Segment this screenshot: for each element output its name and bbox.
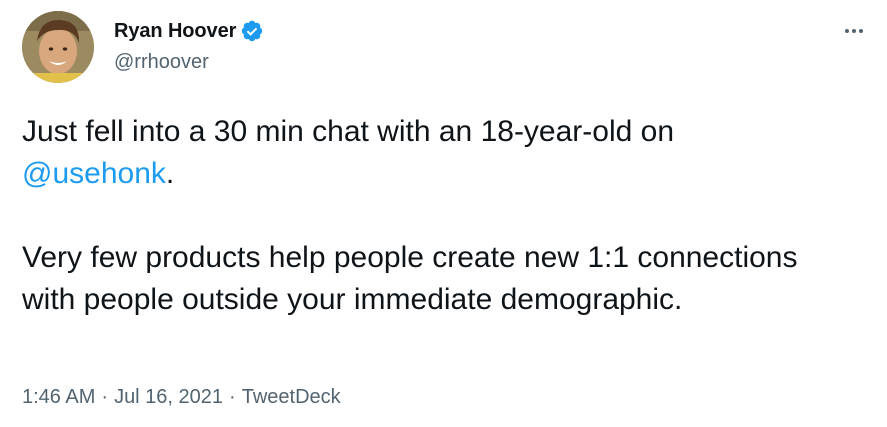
tweet-metadata: 1:46 AM · Jul 16, 2021 · TweetDeck	[22, 386, 341, 409]
more-options-icon	[845, 29, 863, 33]
tweet-paragraph-1: Just fell into a 30 min chat with an 18-…	[22, 111, 852, 195]
tweet[interactable]: Ryan Hoover @rrhoover Just fell into a 3…	[0, 0, 887, 427]
tweet-date[interactable]: Jul 16, 2021	[114, 386, 223, 409]
tweet-text: Just fell into a 30 min chat with an 18-…	[22, 111, 852, 321]
user-handle[interactable]: @rrhoover	[114, 51, 209, 74]
tweet-text-period: .	[165, 157, 175, 190]
tweet-paragraph-2: Very few products help people create new…	[22, 241, 798, 316]
tweet-text-line1: Just fell into a 30 min chat with an 18-…	[22, 115, 675, 148]
meta-separator: ·	[101, 386, 109, 408]
avatar-image	[22, 11, 94, 83]
verified-badge-icon	[242, 20, 263, 42]
more-options-button[interactable]	[839, 16, 869, 46]
avatar[interactable]	[22, 11, 94, 83]
display-name[interactable]: Ryan Hoover	[114, 20, 236, 43]
mention-link[interactable]: @usehonk	[22, 157, 166, 190]
meta-separator: ·	[229, 386, 236, 408]
name-row: Ryan Hoover	[114, 19, 264, 43]
tweet-time[interactable]: 1:46 AM	[22, 386, 95, 409]
tweet-source[interactable]: TweetDeck	[242, 386, 341, 409]
